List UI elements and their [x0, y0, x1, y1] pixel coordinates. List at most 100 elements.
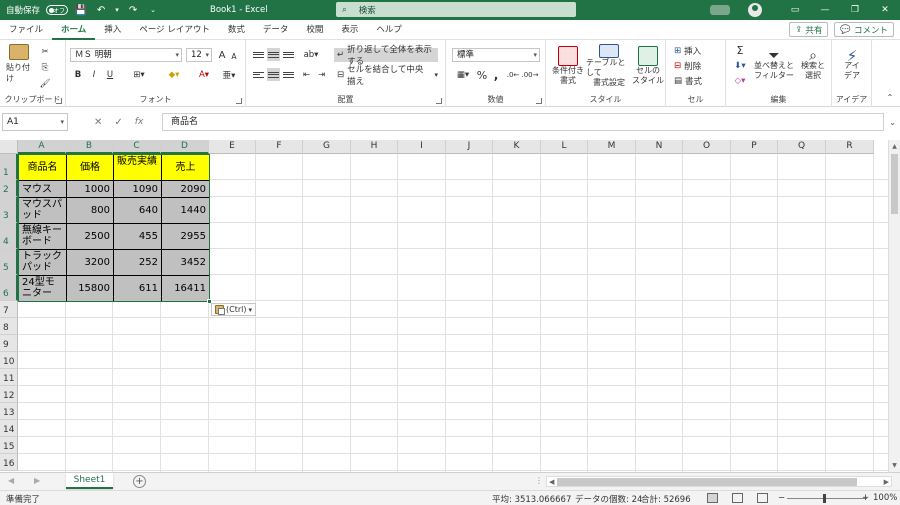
tab-help[interactable]: ヘルプ [367, 20, 411, 40]
merge-center-button[interactable]: ⊟ セルを結合して中央揃え ▾ [334, 65, 438, 87]
number-format-box[interactable]: 標準 [452, 48, 540, 62]
column-header-o[interactable]: O [683, 140, 731, 154]
tab-review[interactable]: 校閲 [297, 20, 332, 40]
row-header-8[interactable]: 8 [0, 318, 18, 335]
column-header-d[interactable]: D [161, 140, 209, 154]
row-header-12[interactable]: 12 [0, 386, 18, 403]
row-header-15[interactable]: 15 [0, 437, 18, 454]
horizontal-scroll-thumb[interactable] [557, 478, 857, 486]
cancel-icon[interactable]: ✕ [94, 117, 102, 128]
clipboard-launcher-icon[interactable] [56, 98, 62, 104]
paste-options-button[interactable]: (Ctrl) ▾ [211, 303, 256, 316]
copy-icon[interactable]: ⎘ [38, 62, 52, 74]
fill-color-icon[interactable]: ◆▾ [162, 68, 186, 82]
sheet-tab-sheet1[interactable]: Sheet1 [66, 473, 113, 489]
table-cell[interactable]: 1000 [66, 180, 114, 198]
table-header-cell[interactable]: 価格 [66, 154, 114, 181]
table-cell[interactable]: 2955 [161, 223, 210, 250]
table-cell[interactable]: 1090 [113, 180, 162, 198]
sort-filter-button[interactable]: ⏷ 並べ替えと フィルター [754, 44, 794, 88]
row-header-9[interactable]: 9 [0, 335, 18, 352]
table-cell[interactable]: 2090 [161, 180, 210, 198]
horizontal-scrollbar[interactable]: ◀ ▶ [546, 476, 892, 487]
table-cell[interactable]: 640 [113, 197, 162, 224]
table-cell[interactable]: 2500 [66, 223, 114, 250]
tab-view[interactable]: 表示 [332, 20, 367, 40]
wrap-text-button[interactable]: ↵ 折り返して全体を表示する [334, 45, 438, 67]
table-cell[interactable]: 24型モニター [18, 275, 67, 302]
accounting-format-icon[interactable]: ▦▾ [452, 68, 474, 82]
format-cells-button[interactable]: ▤ 書式 [674, 74, 720, 87]
tab-file[interactable]: ファイル [0, 20, 52, 40]
collapse-ribbon-icon[interactable]: ⌃ [884, 92, 896, 102]
column-header-f[interactable]: F [256, 140, 303, 154]
row-header-5[interactable]: 5 [0, 249, 18, 275]
number-launcher-icon[interactable] [536, 98, 542, 104]
tab-formulas[interactable]: 数式 [219, 20, 254, 40]
column-header-k[interactable]: K [493, 140, 541, 154]
row-header-6[interactable]: 6 [0, 275, 18, 301]
row-header-2[interactable]: 2 [0, 180, 18, 197]
column-header-h[interactable]: H [351, 140, 398, 154]
row-header-3[interactable]: 3 [0, 197, 18, 223]
table-cell[interactable]: 無線キーボード [18, 223, 67, 250]
avatar[interactable] [748, 3, 762, 17]
column-header-e[interactable]: E [209, 140, 256, 154]
increase-indent-icon[interactable]: ⇥ [315, 68, 328, 81]
column-header-j[interactable]: J [446, 140, 493, 154]
table-cell[interactable]: 611 [113, 275, 162, 302]
vertical-scrollbar[interactable]: ▲ ▼ [888, 140, 900, 472]
paste-button[interactable]: 貼り付け [6, 44, 32, 84]
row-header-16[interactable]: 16 [0, 454, 18, 471]
orientation-icon[interactable]: ab▾ [300, 48, 322, 61]
align-bottom-icon[interactable] [282, 48, 295, 61]
zoom-out-icon[interactable]: − [778, 493, 785, 503]
insert-function-icon[interactable]: fx [135, 117, 144, 127]
align-left-icon[interactable] [252, 68, 265, 81]
row-header-10[interactable]: 10 [0, 352, 18, 369]
table-header-cell[interactable]: 売上 [161, 154, 210, 181]
decrease-indent-icon[interactable]: ⇤ [300, 68, 313, 81]
align-center-icon[interactable] [267, 68, 280, 81]
vertical-scroll-thumb[interactable] [891, 154, 898, 214]
close-icon[interactable]: ✕ [870, 0, 900, 20]
zoom-level[interactable]: 100% [873, 493, 897, 503]
share-button[interactable]: ⇪ 共有 [789, 22, 829, 37]
row-header-4[interactable]: 4 [0, 223, 18, 249]
column-header-b[interactable]: B [66, 140, 113, 154]
zoom-slider[interactable] [787, 498, 867, 499]
grow-font-icon[interactable]: A [216, 48, 228, 62]
align-top-icon[interactable] [252, 48, 265, 61]
table-cell[interactable]: 15800 [66, 275, 114, 302]
font-size-box[interactable]: 12 [186, 48, 212, 62]
borders-icon[interactable]: ⊞▾ [128, 68, 150, 82]
zoom-in-icon[interactable]: + [862, 493, 869, 503]
name-box[interactable]: A1 [2, 113, 68, 131]
sheet-prev-icon[interactable]: ◀ [8, 476, 14, 485]
search-box[interactable]: ⌕ 検索 [336, 2, 576, 17]
alignment-launcher-icon[interactable] [436, 98, 442, 104]
cell-styles-button[interactable]: セルの スタイル [632, 44, 664, 88]
tab-home[interactable]: ホーム [52, 20, 96, 40]
expand-formula-icon[interactable]: ⌄ [889, 118, 896, 127]
scroll-right-icon[interactable]: ▶ [884, 477, 889, 487]
font-launcher-icon[interactable] [236, 98, 242, 104]
normal-view-icon[interactable] [707, 493, 718, 503]
comma-style-icon[interactable]: , [490, 68, 502, 82]
minimize-icon[interactable]: — [810, 0, 840, 20]
conditional-formatting-button[interactable]: 条件付き 書式 [550, 44, 586, 88]
column-header-p[interactable]: P [731, 140, 778, 154]
undo-icon[interactable]: ↶ [94, 3, 108, 17]
table-cell[interactable]: 3452 [161, 249, 210, 276]
row-header-1[interactable]: 1 [0, 154, 18, 180]
save-icon[interactable]: 💾 [74, 3, 88, 17]
row-header-13[interactable]: 13 [0, 403, 18, 420]
row-header-7[interactable]: 7 [0, 301, 18, 318]
align-right-icon[interactable] [282, 68, 295, 81]
column-header-g[interactable]: G [303, 140, 351, 154]
row-header-11[interactable]: 11 [0, 369, 18, 386]
bold-button[interactable]: B [72, 68, 84, 82]
row-header-14[interactable]: 14 [0, 420, 18, 437]
autosum-icon[interactable]: Σ [730, 44, 750, 57]
table-cell[interactable]: マウス [18, 180, 67, 198]
